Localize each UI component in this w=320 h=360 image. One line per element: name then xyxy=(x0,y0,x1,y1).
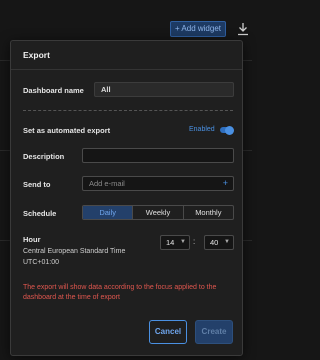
hour-value: 14 xyxy=(166,238,175,247)
section-divider xyxy=(23,110,233,111)
time-colon: : xyxy=(193,237,196,246)
schedule-option-monthly[interactable]: Monthly xyxy=(184,206,233,219)
cancel-button[interactable]: Cancel xyxy=(149,320,187,344)
dialog-title: Export xyxy=(23,50,50,60)
download-icon[interactable] xyxy=(237,22,249,36)
toggle-knob xyxy=(225,125,234,135)
add-widget-button[interactable]: + Add widget xyxy=(170,21,226,37)
schedule-label: Schedule xyxy=(23,209,57,218)
hour-label: Hour xyxy=(23,235,41,244)
schedule-selector: Daily Weekly Monthly xyxy=(82,205,234,220)
minute-value: 40 xyxy=(210,238,219,247)
create-button[interactable]: Create xyxy=(195,320,233,344)
hour-select[interactable]: 14 ▼ xyxy=(160,235,190,250)
background-toolbar: + Add widget xyxy=(0,0,252,40)
timezone-offset: UTC+01:00 xyxy=(23,259,59,266)
export-dialog: Export Dashboard name All Set as automat… xyxy=(10,40,243,356)
send-to-label: Send to xyxy=(23,180,51,189)
automated-enabled-label: Enabled xyxy=(189,126,215,133)
dashboard-name-field[interactable]: All xyxy=(94,82,234,97)
schedule-option-weekly[interactable]: Weekly xyxy=(133,206,184,219)
add-email-icon[interactable]: + xyxy=(223,177,228,190)
automated-export-label: Set as automated export xyxy=(23,126,111,135)
description-field[interactable] xyxy=(82,148,234,163)
description-label: Description xyxy=(23,152,65,161)
dashboard-name-label: Dashboard name xyxy=(23,86,84,95)
send-to-field[interactable]: Add e-mail + xyxy=(82,176,234,191)
export-focus-note: The export will show data according to t… xyxy=(23,284,217,301)
minute-select[interactable]: 40 ▼ xyxy=(204,235,234,250)
timezone-name: Central European Standard Time xyxy=(23,248,126,255)
header-separator xyxy=(11,69,242,70)
schedule-option-daily[interactable]: Daily xyxy=(83,206,134,219)
send-to-placeholder: Add e-mail xyxy=(89,179,125,188)
chevron-down-icon: ▼ xyxy=(224,239,230,245)
chevron-down-icon: ▼ xyxy=(180,239,186,245)
automated-export-toggle[interactable] xyxy=(220,125,234,135)
